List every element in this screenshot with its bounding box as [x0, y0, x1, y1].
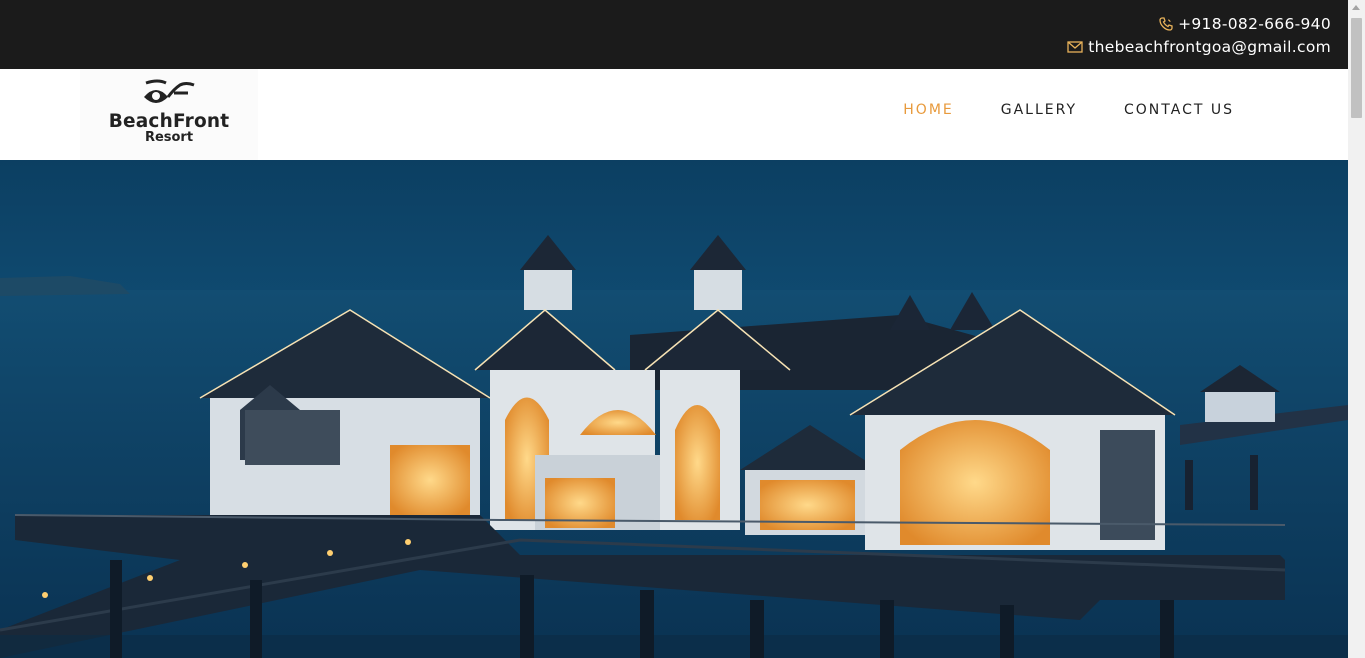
envelope-icon	[1067, 41, 1083, 53]
top-contact-bar: +918-082-666-940 thebeachfrontgoa@gmail.…	[0, 0, 1348, 69]
hero-image	[0, 160, 1348, 658]
nav-item-contact-us[interactable]: CONTACT US	[1124, 102, 1234, 118]
nav-item-home[interactable]: HOME	[903, 102, 953, 118]
pier-pavilion-illustration	[0, 160, 1348, 658]
logo-subtitle: Resort	[144, 130, 194, 145]
main-navbar: BeachFront Resort HOME GALLERY CONTACT U…	[0, 69, 1348, 160]
email-address[interactable]: thebeachfrontgoa@gmail.com	[1088, 38, 1331, 56]
phone-contact[interactable]: +918-082-666-940	[1159, 15, 1331, 33]
nav-item-gallery[interactable]: GALLERY	[1001, 102, 1077, 118]
scroll-thumb[interactable]	[1351, 18, 1362, 118]
primary-nav: HOME GALLERY CONTACT US	[903, 102, 1234, 118]
logo-eye-icon	[144, 79, 195, 103]
scroll-up-arrow-icon[interactable]	[1352, 5, 1360, 10]
logo-title: BeachFront	[108, 111, 230, 132]
phone-icon	[1159, 17, 1173, 31]
email-contact[interactable]: thebeachfrontgoa@gmail.com	[1067, 38, 1331, 56]
phone-number[interactable]: +918-082-666-940	[1178, 15, 1331, 33]
page-scrollbar[interactable]	[1348, 0, 1365, 658]
site-logo[interactable]: BeachFront Resort	[80, 69, 258, 160]
